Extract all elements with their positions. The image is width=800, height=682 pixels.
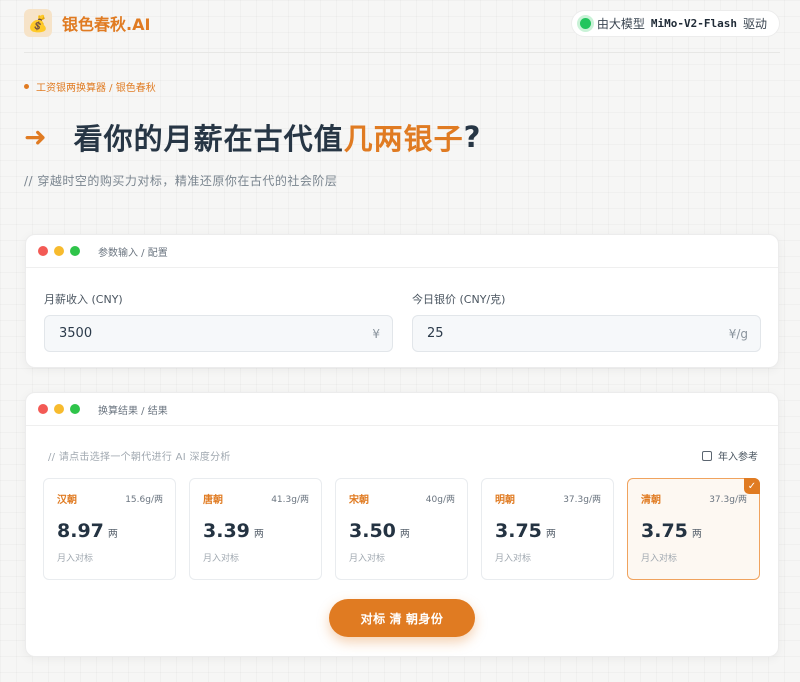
silver-unit: 两: [691, 529, 702, 540]
dynasty-rate: 40g/两: [425, 495, 455, 505]
dynasty-name: 宋朝: [349, 495, 369, 506]
silver-price-field: 今日银价 (CNY/克) 25 ¥/g: [412, 291, 761, 352]
silver-unit: 两: [107, 529, 118, 540]
dynasty-card-qing[interactable]: ✓ 清朝 37.3g/两 3.75 两 月入对标: [627, 478, 760, 580]
close-dot-icon: [38, 246, 48, 256]
silver-price-label: 今日银价 (CNY/克): [412, 293, 506, 306]
dynasty-rate: 41.3g/两: [271, 495, 309, 505]
title-text: 看你的月薪在古代值: [73, 122, 344, 156]
salary-value: 3500: [59, 326, 93, 341]
money-bag-icon: 💰: [24, 9, 52, 37]
silver-price-input[interactable]: 25 ¥/g: [412, 315, 761, 352]
live-status-icon: [579, 17, 591, 29]
dynasty-rate: 37.3g/两: [563, 495, 601, 505]
silver-unit: 两: [253, 529, 264, 540]
dynasty-name: 明朝: [495, 495, 515, 506]
bullet-dot-icon: [24, 84, 29, 89]
dynasty-card-song[interactable]: 宋朝 40g/两 3.50 两 月入对标: [335, 478, 468, 580]
minimize-dot-icon: [54, 246, 64, 256]
dynasty-name: 汉朝: [57, 495, 77, 506]
model-name: MiMo-V2-Flash: [650, 16, 737, 30]
panel-title: 参数输入 / 配置: [98, 247, 168, 259]
silver-unit: 两: [545, 529, 556, 540]
title-highlight: 几两银子: [343, 122, 464, 156]
silver-amount: 3.75: [495, 520, 542, 542]
dynasty-card-han[interactable]: 汉朝 15.6g/两 8.97 两 月入对标: [43, 478, 176, 580]
result-panel: 换算结果 / 结果 // 请点击选择一个朝代进行 AI 深度分析 年入参考 汉朝…: [25, 392, 779, 657]
breadcrumb: 工资银两换算器 / 银色春秋: [24, 79, 156, 94]
breadcrumb-text: 工资银两换算器 / 银色春秋: [36, 83, 156, 94]
model-badge: 由大模型 MiMo-V2-Flash 驱动: [570, 9, 780, 37]
salary-input[interactable]: 3500 ¥: [44, 315, 393, 352]
analyze-identity-button[interactable]: 对标 清 朝身份: [329, 599, 475, 637]
salary-label: 月薪收入 (CNY): [44, 293, 123, 306]
silver-amount: 3.50: [349, 520, 396, 542]
input-panel: 参数输入 / 配置 月薪收入 (CNY) 3500 ¥ 今日银价 (CNY/克)…: [25, 234, 779, 368]
panel-header: 参数输入 / 配置: [26, 235, 778, 268]
page-subtitle: // 穿越时空的购买力对标，精准还原你在古代的社会阶层: [24, 174, 338, 188]
maximize-dot-icon: [70, 404, 80, 414]
minimize-dot-icon: [54, 404, 64, 414]
check-icon: ✓: [744, 478, 760, 494]
dynasty-name: 清朝: [641, 495, 661, 506]
card-description: 月入对标: [495, 554, 532, 564]
brand-name: 银色春秋.AI: [62, 15, 151, 34]
annual-checkbox[interactable]: [702, 450, 712, 461]
model-prefix: 由大模型: [596, 16, 645, 31]
salary-unit: ¥: [372, 326, 380, 341]
silver-amount: 3.75: [641, 520, 688, 542]
silver-amount: 3.39: [203, 520, 250, 542]
dynasty-cards: 汉朝 15.6g/两 8.97 两 月入对标 唐朝 41.3g/两 3.39 两…: [43, 478, 760, 580]
silver-amount: 8.97: [57, 520, 104, 542]
title-end: ?: [463, 120, 482, 154]
close-dot-icon: [38, 404, 48, 414]
arrow-right-icon: ➜: [24, 121, 48, 153]
silver-price-value: 25: [427, 326, 444, 341]
card-description: 月入对标: [57, 554, 94, 564]
dynasty-name: 唐朝: [203, 495, 223, 506]
page-title: ➜ 看你的月薪在古代值 几两银子?: [24, 116, 481, 158]
brand[interactable]: 💰 银色春秋.AI: [24, 9, 150, 37]
dynasty-rate: 15.6g/两: [125, 495, 163, 505]
silver-price-unit: ¥/g: [728, 326, 748, 341]
card-description: 月入对标: [641, 554, 678, 564]
annual-label: 年入参考: [718, 452, 758, 463]
dynasty-rate: 37.3g/两: [709, 495, 747, 505]
annual-toggle[interactable]: 年入参考: [702, 448, 758, 463]
dynasty-card-ming[interactable]: 明朝 37.3g/两 3.75 两 月入对标: [481, 478, 614, 580]
card-description: 月入对标: [349, 554, 386, 564]
dynasty-card-tang[interactable]: 唐朝 41.3g/两 3.39 两 月入对标: [189, 478, 322, 580]
panel-title: 换算结果 / 结果: [98, 405, 168, 417]
panel-header: 换算结果 / 结果: [26, 393, 778, 426]
maximize-dot-icon: [70, 246, 80, 256]
silver-unit: 两: [399, 529, 410, 540]
header-divider: [24, 52, 780, 53]
selection-hint: // 请点击选择一个朝代进行 AI 深度分析: [48, 452, 231, 463]
top-bar: 💰 银色春秋.AI 由大模型 MiMo-V2-Flash 驱动: [24, 6, 780, 40]
card-description: 月入对标: [203, 554, 240, 564]
salary-field: 月薪收入 (CNY) 3500 ¥: [44, 291, 393, 352]
model-suffix: 驱动: [742, 16, 767, 31]
